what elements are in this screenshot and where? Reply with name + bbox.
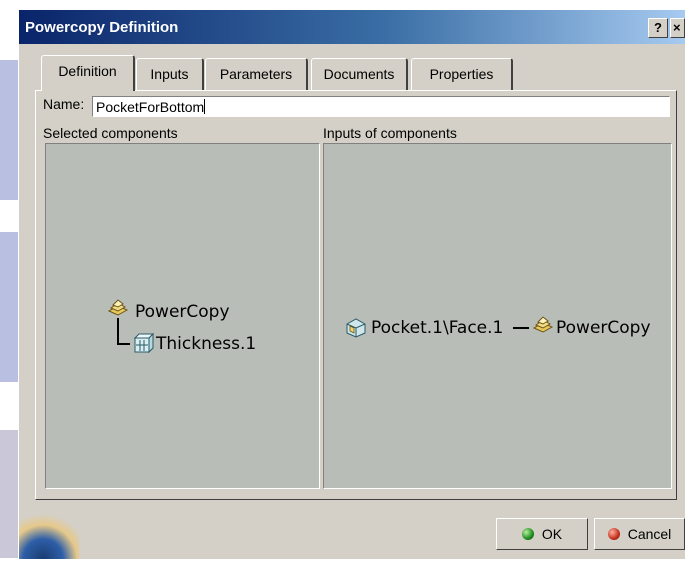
tab-inputs[interactable]: Inputs <box>136 58 204 90</box>
cancel-button[interactable]: Cancel <box>594 518 685 550</box>
tab-properties[interactable]: Properties <box>411 58 513 90</box>
name-input[interactable]: PocketForBottom <box>92 96 670 117</box>
tab-definition[interactable]: Definition <box>41 55 135 91</box>
selected-components-label: Selected components <box>43 125 178 141</box>
ok-button[interactable]: OK <box>496 518 588 550</box>
input-node-face[interactable]: Pocket.1\Face.1 <box>371 318 503 338</box>
background-strip <box>0 430 18 558</box>
help-button[interactable]: ? <box>648 18 668 38</box>
name-label: Name: <box>43 96 85 112</box>
window-title: Powercopy Definition <box>25 19 179 36</box>
tree-node-thickness[interactable]: Thickness.1 <box>156 334 256 354</box>
text-caret <box>204 99 206 114</box>
cancel-icon <box>607 528 620 540</box>
ok-icon <box>521 528 534 540</box>
inputs-of-components-label: Inputs of components <box>323 125 457 141</box>
title-bar[interactable]: Powercopy Definition ? × <box>19 10 685 44</box>
cancel-label: Cancel <box>627 526 672 542</box>
background-strip <box>0 60 18 200</box>
selected-components-view[interactable]: PowerCopy Thickness.1 <box>45 143 320 489</box>
background-strip <box>0 232 18 382</box>
inputs-of-components-view[interactable]: Pocket.1\Face.1 PowerCopy <box>323 143 672 489</box>
powercopy-definition-dialog: Powercopy Definition ? × Definition Inpu… <box>19 10 685 559</box>
input-node-powercopy[interactable]: PowerCopy <box>556 318 651 338</box>
catia-logo <box>19 515 79 559</box>
powercopy-icon <box>106 297 130 323</box>
input-connector-line <box>513 327 529 329</box>
tab-documents[interactable]: Documents <box>311 58 408 90</box>
tab-parameters[interactable]: Parameters <box>205 58 308 90</box>
face-input-icon <box>344 316 368 342</box>
ok-label: OK <box>541 526 563 542</box>
name-input-value: PocketForBottom <box>96 99 205 115</box>
close-button[interactable]: × <box>670 18 685 38</box>
tree-node-powercopy[interactable]: PowerCopy <box>135 302 230 322</box>
powercopy-icon <box>531 314 555 340</box>
thickness-icon <box>131 332 155 360</box>
